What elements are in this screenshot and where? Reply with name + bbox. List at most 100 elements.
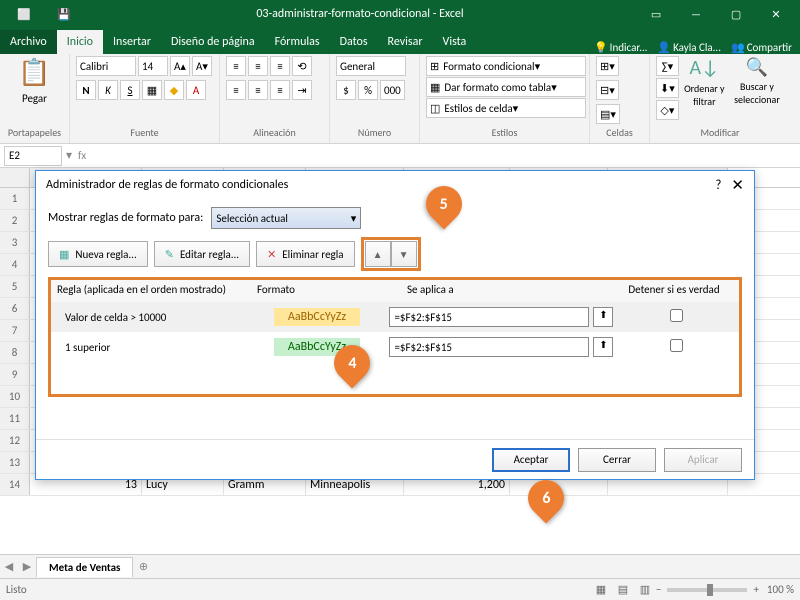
font-name-select[interactable] <box>76 56 136 76</box>
align-right-icon[interactable]: ≡ <box>270 80 290 100</box>
row-header[interactable]: 8 <box>0 342 30 363</box>
orientation-icon[interactable]: ⟲ <box>292 56 312 76</box>
autosum-icon[interactable]: ∑▾ <box>656 56 679 76</box>
close-button[interactable]: Cerrar <box>578 448 656 472</box>
align-mid-icon[interactable]: ≡ <box>248 56 268 76</box>
font-size-select[interactable] <box>138 56 168 76</box>
bold-button[interactable]: N <box>76 80 96 100</box>
show-rules-combo[interactable]: Selección actual▾ <box>211 207 361 229</box>
move-rule-down-button[interactable]: ▼ <box>391 241 417 267</box>
tab-home[interactable]: Inicio <box>57 30 103 54</box>
minimize-icon[interactable]: — <box>676 0 716 28</box>
range-selector-icon[interactable]: ⬆ <box>593 307 613 327</box>
sheet-tab-active[interactable]: Meta de Ventas <box>36 557 133 577</box>
fill-icon[interactable]: ⬇▾ <box>656 78 679 98</box>
fill-color-icon[interactable]: ◆ <box>164 80 184 100</box>
row-header[interactable]: 5 <box>0 276 30 297</box>
view-page-layout-icon[interactable]: ▤ <box>612 583 634 596</box>
name-box[interactable]: E2 <box>4 146 62 166</box>
comma-icon[interactable]: 000 <box>380 80 405 100</box>
align-bot-icon[interactable]: ≡ <box>270 56 290 76</box>
row-header[interactable]: 3 <box>0 232 30 253</box>
applies-to-input[interactable] <box>389 337 589 357</box>
tab-file[interactable]: Archivo <box>0 30 57 54</box>
increase-font-icon[interactable]: A▴ <box>170 56 190 76</box>
dialog-close-icon[interactable]: ✕ <box>731 176 744 195</box>
underline-button[interactable]: S <box>120 80 140 100</box>
rule-row[interactable]: Valor de celda > 10000 AaBbCcYyZz ⬆ <box>51 302 739 332</box>
move-rule-up-button[interactable]: ▲ <box>365 241 391 267</box>
insert-cells-icon[interactable]: ⊞▾ <box>596 56 619 76</box>
namebox-dropdown-icon[interactable]: ▾ <box>66 148 72 163</box>
edit-rule-button[interactable]: Editar regla... <box>154 241 250 267</box>
row-header[interactable]: 14 <box>0 474 30 495</box>
row-header[interactable]: 6 <box>0 298 30 319</box>
row-header[interactable]: 1 <box>0 188 30 209</box>
paste-icon[interactable]: 📋 <box>18 56 50 88</box>
percent-icon[interactable]: % <box>358 80 378 100</box>
number-format-select[interactable] <box>336 56 406 76</box>
align-top-icon[interactable]: ≡ <box>226 56 246 76</box>
new-rule-button[interactable]: Nueva regla... <box>48 241 148 267</box>
tab-insert[interactable]: Insertar <box>103 30 161 54</box>
new-rule-icon <box>59 248 69 261</box>
share-button[interactable]: Compartir <box>731 41 792 54</box>
tab-page-layout[interactable]: Diseño de página <box>161 30 265 54</box>
sheet-nav-next-icon[interactable]: ▶ <box>18 560 36 573</box>
tab-formulas[interactable]: Fórmulas <box>265 30 330 54</box>
row-header[interactable]: 4 <box>0 254 30 275</box>
align-center-icon[interactable]: ≡ <box>248 80 268 100</box>
sheet-nav-prev-icon[interactable]: ◀ <box>0 560 18 573</box>
user-account[interactable]: Kayla Cla... <box>657 41 721 54</box>
rule-description: Valor de celda > 10000 <box>51 311 245 324</box>
stop-if-true-checkbox[interactable] <box>670 309 683 322</box>
format-cells-icon[interactable]: ▤▾ <box>596 104 620 124</box>
row-header[interactable]: 7 <box>0 320 30 341</box>
delete-rule-button[interactable]: Eliminar regla <box>256 241 354 267</box>
currency-icon[interactable]: $ <box>336 80 356 100</box>
indent-icon[interactable]: ⇥ <box>292 80 312 100</box>
italic-button[interactable]: K <box>98 80 118 100</box>
format-as-table-button[interactable]: ▦ Dar formato como tabla ▾ <box>426 77 586 97</box>
conditional-formatting-button[interactable]: ⊞ Formato condicional ▾ <box>426 56 586 76</box>
zoom-out-icon[interactable]: − <box>656 583 661 596</box>
row-header[interactable]: 2 <box>0 210 30 231</box>
zoom-in-icon[interactable]: + <box>753 583 758 596</box>
row-header[interactable]: 10 <box>0 386 30 407</box>
tab-data[interactable]: Datos <box>330 30 378 54</box>
document-title: 03-administrar-formato-condicional - Exc… <box>256 7 463 21</box>
tell-me[interactable]: Indicar... <box>594 41 647 54</box>
align-left-icon[interactable]: ≡ <box>226 80 246 100</box>
dialog-help-icon[interactable]: ? <box>715 178 721 193</box>
delete-cells-icon[interactable]: ⊟▾ <box>596 80 619 100</box>
sort-filter-icon[interactable]: A↓ <box>689 56 719 80</box>
view-normal-icon[interactable]: ▦ <box>590 583 612 596</box>
row-header[interactable]: 11 <box>0 408 30 429</box>
view-page-break-icon[interactable]: ▥ <box>634 583 656 596</box>
applies-to-input[interactable] <box>389 307 589 327</box>
decrease-font-icon[interactable]: A▾ <box>192 56 212 76</box>
rule-row[interactable]: 1 superior AaBbCcYyZz ⬆ <box>51 332 739 362</box>
ok-button[interactable]: Aceptar <box>492 448 570 472</box>
zoom-level[interactable]: 100 % <box>767 583 794 596</box>
row-header[interactable]: 13 <box>0 452 30 473</box>
tab-review[interactable]: Revisar <box>378 30 433 54</box>
clear-icon[interactable]: ◇▾ <box>656 100 679 120</box>
fx-icon[interactable]: fx <box>78 149 86 162</box>
save-icon[interactable]: 💾 <box>44 0 84 28</box>
tab-view[interactable]: Vista <box>433 30 477 54</box>
zoom-slider[interactable] <box>667 588 747 592</box>
find-select-icon[interactable]: 🔍 <box>746 56 768 78</box>
border-icon[interactable]: ▦ <box>142 80 162 100</box>
maximize-icon[interactable]: ▢ <box>716 0 756 28</box>
row-header[interactable]: 12 <box>0 430 30 451</box>
row-header[interactable]: 9 <box>0 364 30 385</box>
ribbon-options-icon[interactable]: ▭ <box>636 0 676 28</box>
font-color-icon[interactable]: A <box>186 80 206 100</box>
apply-button[interactable]: Aplicar <box>664 448 742 472</box>
close-icon[interactable]: ✕ <box>756 0 796 28</box>
range-selector-icon[interactable]: ⬆ <box>593 337 613 357</box>
add-sheet-icon[interactable]: ⊕ <box>133 560 153 573</box>
stop-if-true-checkbox[interactable] <box>670 339 683 352</box>
cell-styles-button[interactable]: ◫ Estilos de celda ▾ <box>426 98 586 118</box>
